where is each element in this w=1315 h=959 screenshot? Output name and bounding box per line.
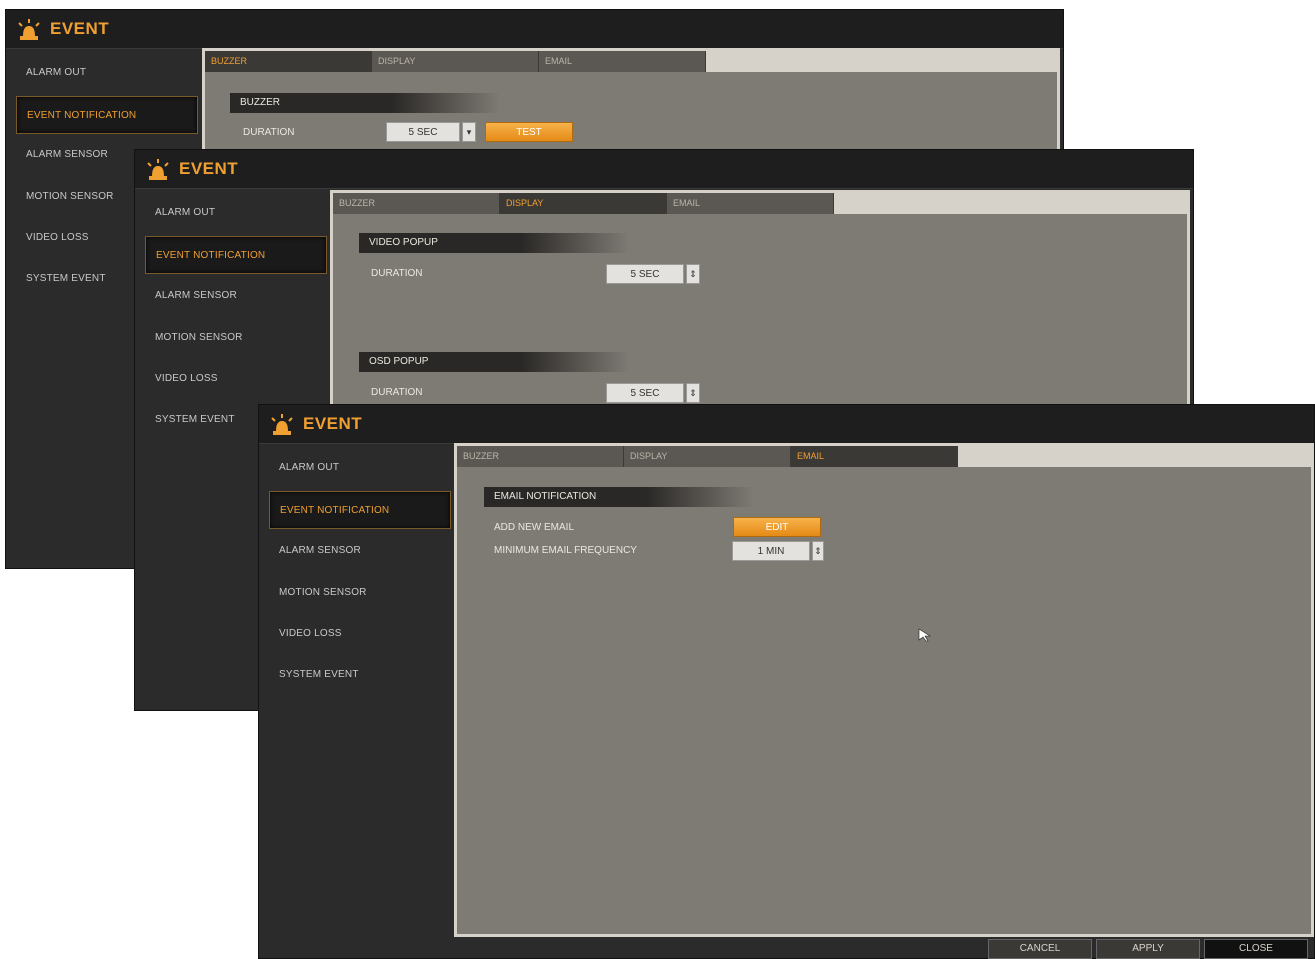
alarm-siren-icon bbox=[18, 19, 40, 40]
add-new-email-label: ADD NEW EMAIL bbox=[494, 522, 575, 533]
sidebar-item-event-notification[interactable]: EVENT NOTIFICATION bbox=[145, 236, 327, 274]
osd-duration-label: DURATION bbox=[371, 387, 423, 398]
sidebar-item-system-event[interactable]: SYSTEM EVENT bbox=[269, 656, 451, 694]
tab-bar: BUZZER DISPLAY EMAIL bbox=[333, 193, 1187, 214]
sidebar-item-alarm-sensor[interactable]: ALARM SENSOR bbox=[145, 277, 327, 315]
osd-duration-select[interactable]: 5 SEC bbox=[606, 383, 684, 403]
spinner-arrows-icon[interactable]: ⇕ bbox=[686, 264, 700, 284]
tab-bar: BUZZER DISPLAY EMAIL bbox=[457, 446, 1311, 467]
tab-bar: BUZZER DISPLAY EMAIL bbox=[205, 51, 1057, 72]
duration-label: DURATION bbox=[243, 127, 295, 138]
sidebar-item-alarm-out[interactable]: ALARM OUT bbox=[145, 194, 327, 232]
minimum-email-frequency-label: MINIMUM EMAIL FREQUENCY bbox=[494, 545, 637, 556]
event-window-email: EVENT ALARM OUT EVENT NOTIFICATION ALARM… bbox=[258, 404, 1315, 959]
test-button[interactable]: TEST bbox=[485, 122, 573, 142]
minimum-email-frequency-select[interactable]: 1 MIN bbox=[732, 541, 810, 561]
video-duration-select[interactable]: 5 SEC bbox=[606, 264, 684, 284]
section-header-email-notification: EMAIL NOTIFICATION bbox=[484, 487, 754, 507]
sidebar-item-motion-sensor[interactable]: MOTION SENSOR bbox=[145, 319, 327, 357]
close-button[interactable]: CLOSE bbox=[1204, 939, 1308, 959]
sidebar: ALARM OUT EVENT NOTIFICATION ALARM SENSO… bbox=[259, 445, 455, 958]
cancel-button[interactable]: CANCEL bbox=[988, 939, 1092, 959]
sidebar-item-video-loss[interactable]: VIDEO LOSS bbox=[145, 360, 327, 398]
sidebar-item-alarm-out[interactable]: ALARM OUT bbox=[16, 54, 198, 92]
spinner-arrows-icon[interactable]: ⇕ bbox=[686, 383, 700, 403]
window-title: EVENT bbox=[179, 159, 239, 178]
title-bar: EVENT bbox=[259, 405, 1314, 444]
tab-email[interactable]: EMAIL bbox=[791, 446, 958, 467]
settings-panel: BUZZER DISPLAY EMAIL EMAIL NOTIFICATION … bbox=[454, 443, 1314, 937]
window-title: EVENT bbox=[50, 19, 110, 38]
duration-select[interactable]: 5 SEC bbox=[386, 122, 460, 142]
section-header-osd-popup: OSD POPUP bbox=[359, 352, 629, 372]
sidebar-item-video-loss[interactable]: VIDEO LOSS bbox=[269, 615, 451, 653]
sidebar-item-motion-sensor[interactable]: MOTION SENSOR bbox=[269, 574, 451, 612]
title-bar: EVENT bbox=[135, 150, 1193, 189]
edit-button[interactable]: EDIT bbox=[733, 517, 821, 537]
tab-buzzer[interactable]: BUZZER bbox=[457, 446, 624, 467]
video-duration-label: DURATION bbox=[371, 268, 423, 279]
sidebar-item-alarm-sensor[interactable]: ALARM SENSOR bbox=[269, 532, 451, 570]
apply-button[interactable]: APPLY bbox=[1096, 939, 1200, 959]
window-title: EVENT bbox=[303, 414, 363, 433]
tab-display[interactable]: DISPLAY bbox=[624, 446, 791, 467]
section-header-buzzer: BUZZER bbox=[230, 93, 500, 113]
sidebar-item-event-notification[interactable]: EVENT NOTIFICATION bbox=[16, 96, 198, 134]
section-header-video-popup: VIDEO POPUP bbox=[359, 233, 629, 253]
tab-display[interactable]: DISPLAY bbox=[500, 193, 667, 214]
tab-display[interactable]: DISPLAY bbox=[372, 51, 539, 72]
tab-email[interactable]: EMAIL bbox=[667, 193, 834, 214]
tab-buzzer[interactable]: BUZZER bbox=[205, 51, 372, 72]
spinner-arrows-icon[interactable]: ⇕ bbox=[812, 541, 824, 561]
tab-email[interactable]: EMAIL bbox=[539, 51, 706, 72]
alarm-siren-icon bbox=[147, 159, 169, 180]
alarm-siren-icon bbox=[271, 414, 293, 435]
title-bar: EVENT bbox=[6, 10, 1063, 49]
dropdown-arrow-icon[interactable]: ▾ bbox=[462, 122, 476, 142]
sidebar-item-event-notification[interactable]: EVENT NOTIFICATION bbox=[269, 491, 451, 529]
sidebar-item-alarm-out[interactable]: ALARM OUT bbox=[269, 449, 451, 487]
tab-buzzer[interactable]: BUZZER bbox=[333, 193, 500, 214]
mouse-cursor-icon bbox=[918, 628, 932, 642]
